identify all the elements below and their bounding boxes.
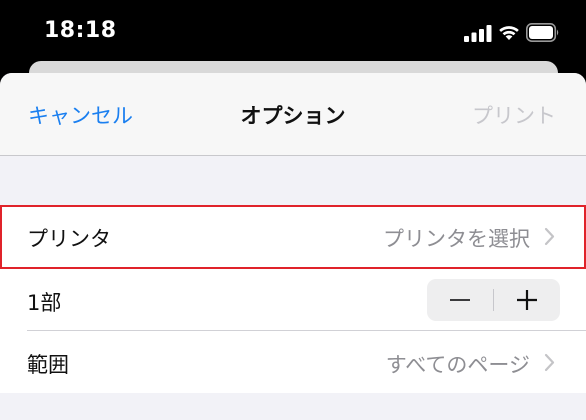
chevron-right-icon xyxy=(544,227,555,246)
navigation-bar: キャンセル オプション プリント xyxy=(0,73,586,156)
copies-label: 1部 xyxy=(27,291,62,315)
range-value: すべてのページ xyxy=(385,353,530,377)
battery-icon xyxy=(526,23,559,42)
plus-icon xyxy=(517,290,537,310)
minus-icon xyxy=(450,299,470,301)
printer-row[interactable]: プリンタ プリンタを選択 xyxy=(0,205,586,269)
copies-row: 1部 xyxy=(0,269,586,331)
signal-icon xyxy=(464,25,492,42)
printer-value: プリンタを選択 xyxy=(383,227,530,251)
range-label: 範囲 xyxy=(27,353,69,377)
decrement-button[interactable] xyxy=(427,279,493,321)
wifi-icon xyxy=(499,26,519,40)
print-button[interactable]: プリント xyxy=(472,100,556,130)
chevron-right-icon xyxy=(544,353,555,372)
options-list: プリンタ プリンタを選択 1部 範囲 すべてのページ xyxy=(0,205,586,393)
increment-button[interactable] xyxy=(494,279,560,321)
printer-label: プリンタ xyxy=(27,227,111,251)
range-row[interactable]: 範囲 すべてのページ xyxy=(0,331,586,393)
copies-stepper[interactable] xyxy=(427,279,560,321)
status-time: 18:18 xyxy=(44,18,117,43)
status-bar: 18:18 xyxy=(0,0,586,62)
options-sheet: キャンセル オプション プリント プリンタ プリンタを選択 1部 範囲 すべての… xyxy=(0,73,586,420)
screen: 18:18 キャンセル オプション プリント プリンタ プリンタを選択 1部 範… xyxy=(0,0,586,420)
